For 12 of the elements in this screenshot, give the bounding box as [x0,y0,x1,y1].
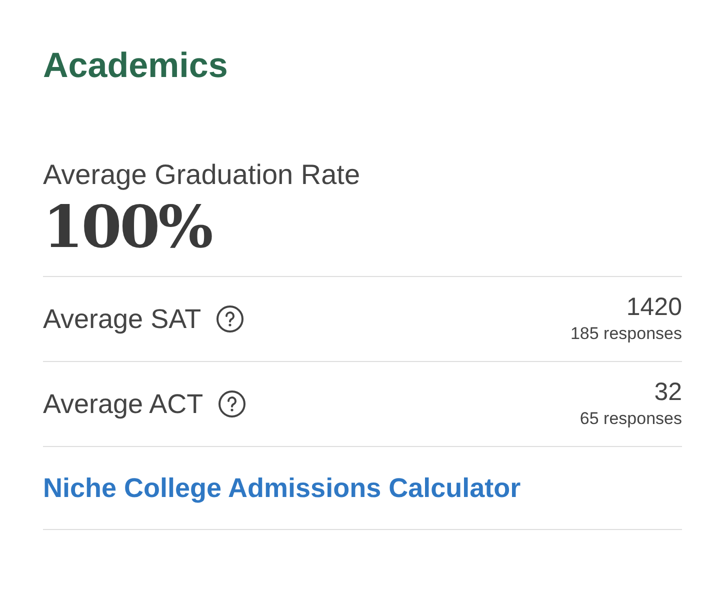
score-value: 32 [654,377,682,407]
response-count: 185 responses [570,323,682,345]
help-icon[interactable] [217,389,248,419]
graduation-rate-value: 100% [43,192,213,263]
section-title: Academics [43,45,229,87]
graduation-rate-label: Average Graduation Rate [43,158,362,192]
calculator-link[interactable]: Niche College Admissions Calculator [43,472,521,504]
score-label: Average SAT [43,304,202,334]
score-value: 1420 [626,292,682,322]
help-icon[interactable] [215,304,246,334]
score-label: Average ACT [43,388,204,420]
response-count: 65 responses [580,408,682,430]
